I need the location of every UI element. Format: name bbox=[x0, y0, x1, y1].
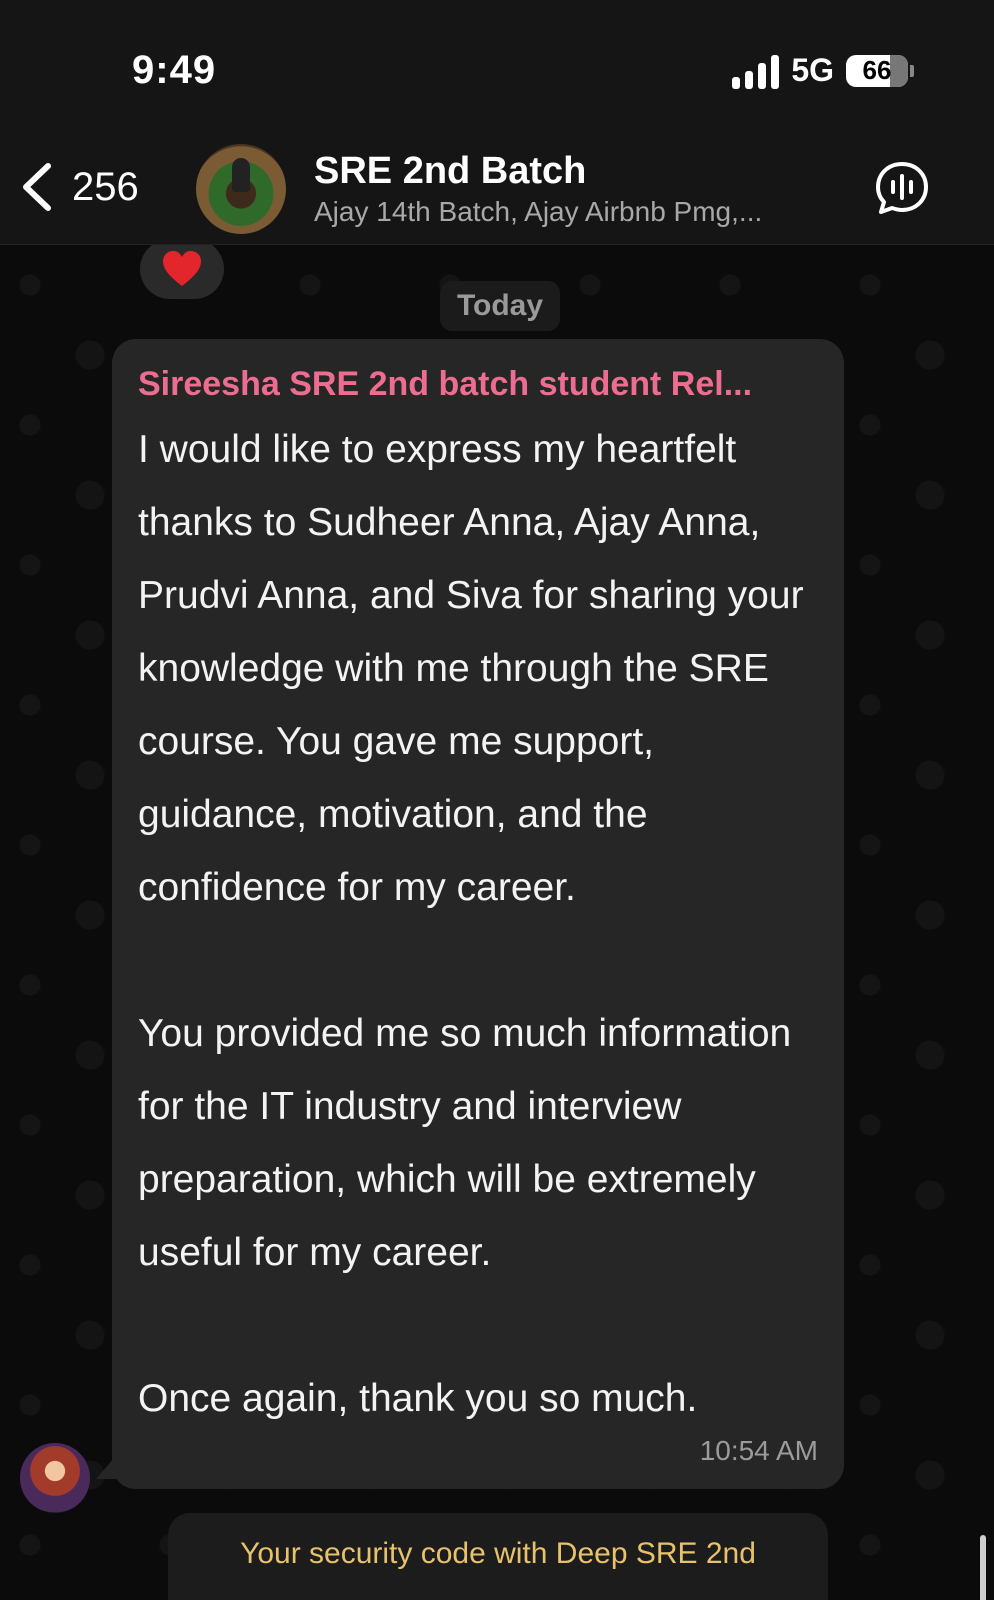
chat-area[interactable]: Today Sireesha SRE 2nd batch student Rel… bbox=[0, 245, 994, 1600]
message-paragraph: You provided me so much information for … bbox=[138, 1012, 792, 1274]
signal-icon bbox=[732, 53, 780, 89]
message-text: I would like to express my heartfelt tha… bbox=[138, 413, 818, 1435]
group-title[interactable]: SRE 2nd Batch bbox=[314, 150, 586, 193]
date-separator: Today bbox=[440, 281, 560, 331]
status-time: 9:49 bbox=[132, 48, 217, 92]
battery-icon: 66 bbox=[846, 54, 914, 87]
voice-chat-icon[interactable] bbox=[874, 160, 930, 216]
sender-avatar[interactable] bbox=[20, 1443, 90, 1513]
status-indicators: 5G 66 bbox=[732, 52, 914, 89]
message-paragraph: Once again, thank you so much. bbox=[138, 1377, 698, 1420]
battery-level: 66 bbox=[862, 55, 892, 85]
security-notice[interactable]: Your security code with Deep SRE 2nd bbox=[168, 1513, 828, 1600]
heart-icon bbox=[163, 251, 201, 286]
scrollbar[interactable] bbox=[980, 1535, 986, 1600]
message-paragraph: I would like to express my heartfelt tha… bbox=[138, 428, 804, 909]
message-bubble[interactable]: Sireesha SRE 2nd batch student Rel... I … bbox=[112, 339, 844, 1489]
reaction-pill[interactable] bbox=[140, 245, 224, 299]
back-button[interactable]: 256 bbox=[18, 160, 139, 214]
group-avatar[interactable] bbox=[196, 144, 286, 234]
security-notice-text: Your security code with Deep SRE 2nd bbox=[240, 1537, 756, 1570]
bubble-tail bbox=[96, 1451, 120, 1479]
chevron-left-icon bbox=[23, 163, 51, 211]
status-bar: 9:49 5G 66 bbox=[0, 0, 994, 140]
sender-name[interactable]: Sireesha SRE 2nd batch student Rel... bbox=[138, 361, 818, 407]
unread-count: 256 bbox=[72, 164, 139, 209]
group-members[interactable]: Ajay 14th Batch, Ajay Airbnb Pmg,... bbox=[314, 196, 834, 228]
network-label: 5G bbox=[791, 52, 834, 88]
message-time: 10:54 AM bbox=[699, 1435, 818, 1466]
chat-header: 256 SRE 2nd Batch Ajay 14th Batch, Ajay … bbox=[0, 140, 994, 245]
